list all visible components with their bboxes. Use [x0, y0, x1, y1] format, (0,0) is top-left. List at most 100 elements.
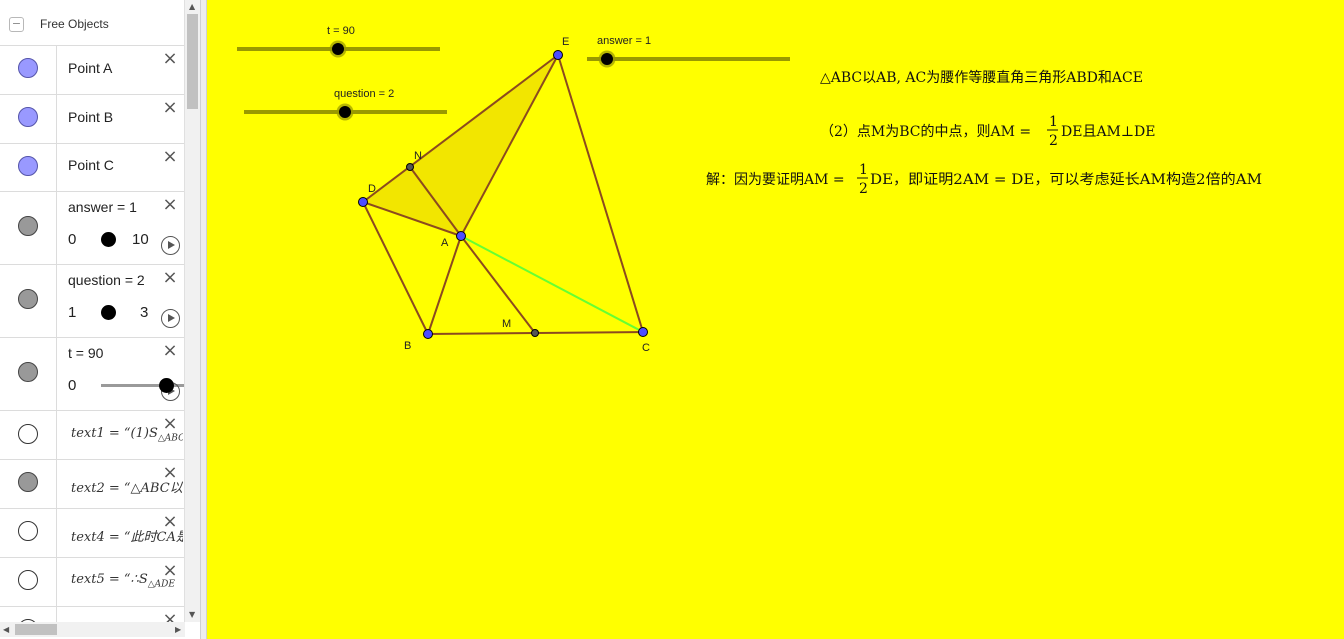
- text-line2-prefix: （2）点M为BC的中点，则AM =: [820, 124, 1031, 140]
- algebra-row-point-c[interactable]: Point C ×: [0, 144, 184, 192]
- collapse-toggle-button[interactable]: −: [9, 17, 24, 32]
- text-solution-line3[interactable]: 解：因为要证明AM = 1 2 DE，即证明2AM = DE，可以考虑延长AM构…: [706, 162, 1262, 197]
- visibility-marble-icon[interactable]: [18, 58, 38, 78]
- algebra-row-question[interactable]: question = 2 × 1 3: [0, 265, 184, 338]
- delete-icon[interactable]: ×: [162, 50, 178, 68]
- visibility-marble-icon[interactable]: [18, 424, 38, 444]
- label-b: B: [404, 340, 411, 352]
- visibility-marble-icon[interactable]: [18, 362, 38, 382]
- delete-icon[interactable]: ×: [162, 513, 178, 531]
- algebra-row-partial: ×: [0, 607, 184, 623]
- text-line3-suffix: DE，即证明2AM = DE，可以考虑延长AM构造2倍的AM: [870, 172, 1262, 188]
- segment-am[interactable]: [460, 235, 536, 334]
- graphics-view[interactable]: t = 90 question = 2 answer = 1 A B C D E…: [207, 0, 1344, 639]
- slider-max-label: 3: [140, 304, 149, 321]
- segment-ec[interactable]: [557, 54, 644, 333]
- text-line3-frac-num: 1: [859, 162, 868, 178]
- point-a[interactable]: [456, 231, 466, 241]
- triangle-ade-fill: [363, 55, 558, 236]
- free-objects-heading: Free Objects: [40, 17, 109, 31]
- delete-icon[interactable]: ×: [162, 99, 178, 117]
- slider-question-knob[interactable]: [339, 106, 351, 118]
- slider-knob[interactable]: [101, 232, 116, 247]
- point-b[interactable]: [423, 329, 433, 339]
- text-problem-line1[interactable]: △ABC以AB, AC为腰作等腰直角三角形ABD和ACE: [820, 69, 1143, 86]
- slider-question[interactable]: question = 2: [244, 88, 447, 121]
- horizontal-scroll-thumb[interactable]: [15, 624, 57, 635]
- point-m[interactable]: [531, 329, 539, 337]
- slider-max-label: 10: [132, 231, 149, 248]
- text-line2-suffix: DE且AM⊥DE: [1061, 124, 1156, 140]
- slider-t-label: t = 90: [327, 25, 355, 37]
- delete-icon[interactable]: ×: [162, 148, 178, 166]
- algebra-panel: − Free Objects Point A × Point B × Point…: [0, 0, 185, 622]
- label-m: M: [502, 318, 511, 330]
- label-a: A: [441, 237, 449, 249]
- slider-question-label: question = 2: [334, 88, 394, 100]
- delete-icon[interactable]: ×: [162, 611, 178, 623]
- delete-icon[interactable]: ×: [162, 464, 178, 482]
- delete-icon[interactable]: ×: [162, 415, 178, 433]
- algebra-row-point-a[interactable]: Point A ×: [0, 46, 184, 95]
- algebra-row-label: answer = 1: [68, 199, 137, 215]
- visibility-marble-icon[interactable]: [18, 107, 38, 127]
- vertical-scroll-thumb[interactable]: [187, 14, 198, 109]
- play-icon[interactable]: [161, 236, 180, 255]
- algebra-row-answer[interactable]: answer = 1 × 0 10: [0, 192, 184, 265]
- text-line3-frac-den: 2: [859, 181, 868, 197]
- slider-min-label: 0: [68, 377, 77, 394]
- algebra-row-t[interactable]: t = 90 × 0: [0, 338, 184, 411]
- algebra-row-text5[interactable]: text5 = “∴S△ADE ×: [0, 558, 184, 607]
- slider-answer-knob[interactable]: [601, 53, 613, 65]
- point-d[interactable]: [358, 197, 368, 207]
- point-c[interactable]: [638, 327, 648, 337]
- algebra-row-label: Point C: [68, 157, 114, 173]
- visibility-marble-icon[interactable]: [18, 472, 38, 492]
- slider-min-label: 1: [68, 304, 77, 321]
- algebra-header: − Free Objects: [0, 0, 184, 46]
- algebra-row-text2[interactable]: text2 = “△ABC以 ×: [0, 460, 184, 509]
- segment-ac-highlight[interactable]: [460, 235, 644, 333]
- scroll-up-icon[interactable]: ▲: [189, 2, 195, 11]
- label-e: E: [562, 36, 569, 48]
- text-problem-line2[interactable]: （2）点M为BC的中点，则AM = 1 2 DE且AM⊥DE: [820, 114, 1156, 149]
- algebra-row-label: Point B: [68, 109, 114, 125]
- label-n: N: [414, 150, 422, 162]
- slider-knob[interactable]: [101, 305, 116, 320]
- slider-answer-label: answer = 1: [597, 35, 651, 47]
- play-icon[interactable]: [161, 309, 180, 328]
- algebra-row-text1[interactable]: text1 = “(1)S△ABC ×: [0, 411, 184, 460]
- slider-t[interactable]: t = 90: [237, 25, 440, 58]
- visibility-marble-icon[interactable]: [18, 216, 38, 236]
- delete-icon[interactable]: ×: [162, 196, 178, 214]
- algebra-row-text4[interactable]: text4 = “此时CA是 ×: [0, 509, 184, 558]
- geometry-canvas[interactable]: t = 90 question = 2 answer = 1 A B C D E…: [207, 0, 1344, 639]
- segment-ba[interactable]: [427, 235, 462, 335]
- slider-knob[interactable]: [159, 378, 174, 393]
- visibility-marble-icon[interactable]: [18, 521, 38, 541]
- algebra-row-label: Point A: [68, 60, 113, 76]
- delete-icon[interactable]: ×: [162, 342, 178, 360]
- delete-icon[interactable]: ×: [162, 269, 178, 287]
- panel-divider[interactable]: [200, 0, 207, 639]
- slider-answer[interactable]: answer = 1: [587, 35, 790, 68]
- label-c: C: [642, 342, 650, 354]
- slider-t-knob[interactable]: [332, 43, 344, 55]
- delete-icon[interactable]: ×: [162, 562, 178, 580]
- algebra-row-label: question = 2: [68, 272, 145, 288]
- text-line3-prefix: 解：因为要证明AM =: [706, 172, 845, 188]
- scroll-down-icon[interactable]: ▼: [189, 610, 195, 619]
- algebra-row-label: t = 90: [68, 345, 104, 361]
- point-n[interactable]: [406, 163, 414, 171]
- text-line2-frac-den: 2: [1049, 133, 1058, 149]
- algebra-row-point-b[interactable]: Point B ×: [0, 95, 184, 144]
- scroll-left-icon[interactable]: ◀: [3, 625, 9, 634]
- visibility-marble-icon[interactable]: [18, 156, 38, 176]
- slider-min-label: 0: [68, 231, 77, 248]
- scroll-right-icon[interactable]: ▶: [175, 625, 181, 634]
- visibility-marble-icon[interactable]: [18, 289, 38, 309]
- label-d: D: [368, 183, 376, 195]
- point-e[interactable]: [553, 50, 563, 60]
- visibility-marble-icon[interactable]: [18, 570, 38, 590]
- text-line2-frac-num: 1: [1049, 114, 1058, 130]
